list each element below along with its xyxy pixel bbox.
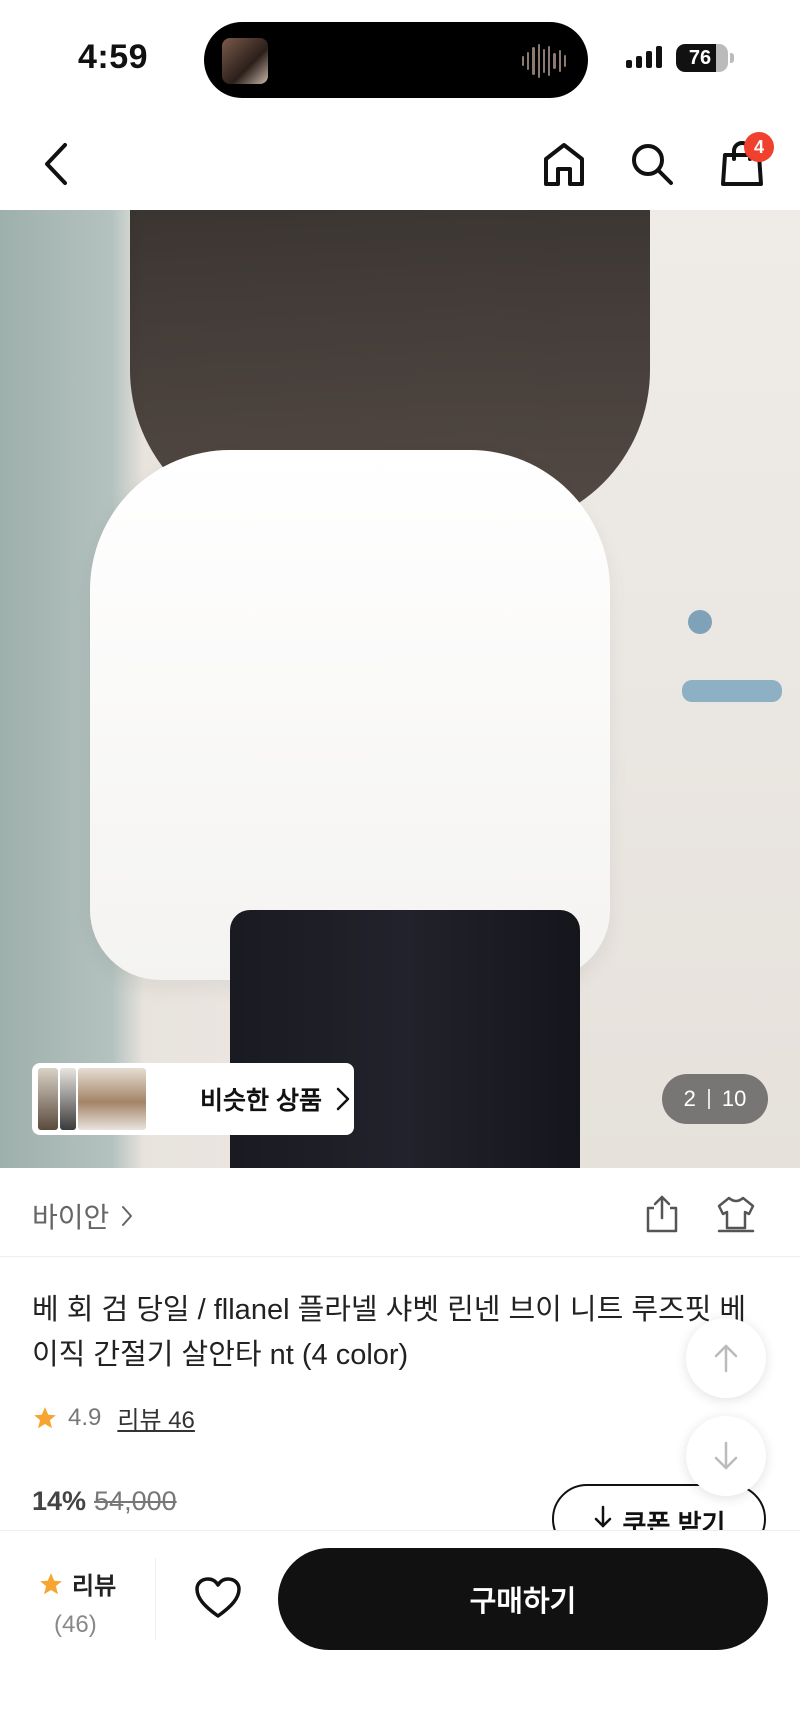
review-count-link[interactable]: 리뷰 46 [117,1400,195,1435]
home-icon [544,143,584,186]
fitting-button[interactable] [708,1186,764,1242]
door-handle [682,680,782,702]
chevron-right-icon [336,1087,350,1111]
audio-waveform-icon [522,42,566,80]
scroll-to-top-button[interactable] [686,1318,766,1398]
buy-now-button[interactable]: 구매하기 [278,1548,768,1650]
heart-icon [195,1577,241,1618]
product-title: 베 회 검 당일 / fllanel 플라넬 샤벳 린넨 브이 니트 루즈핏 베… [32,1294,747,1371]
battery-cap [730,53,734,63]
arrow-up-icon [714,1344,738,1373]
door-knob [688,610,712,634]
similar-products-label: 비슷한 상품 [200,1087,322,1115]
share-button[interactable] [634,1186,690,1242]
status-time: 4:59 [78,38,149,76]
image-page-counter: 2 10 [662,1074,768,1124]
rating-value: 4.9 [68,1403,102,1431]
back-button[interactable] [28,136,84,192]
cart-count-badge: 4 [744,132,774,162]
chevron-right-icon [122,1206,133,1226]
similar-thumb [60,1068,76,1130]
similar-thumb [78,1068,146,1130]
similar-product-thumbnails [38,1068,174,1130]
download-arrow-icon [594,1505,611,1528]
search-icon [632,144,673,185]
price-row: 14% 54,000 [32,1486,177,1517]
brand-link[interactable]: 바이안 [32,1196,133,1236]
star-icon [40,1572,62,1594]
discount-rate: 14% [32,1486,87,1516]
battery-level: 76 [688,47,712,69]
section-divider [0,1256,800,1257]
battery-icon: 76 [676,44,728,72]
similar-thumb [38,1068,58,1130]
star-icon [34,1406,56,1428]
scroll-to-bottom-button[interactable] [686,1416,766,1496]
current-image-index: 2 [683,1086,696,1111]
cellular-signal-icon [626,46,662,68]
share-icon [646,1195,678,1233]
bottom-review-label: 리뷰 [72,1573,117,1600]
bottom-review-button[interactable]: 리뷰 (46) [38,1566,148,1639]
search-button[interactable] [624,136,680,192]
rating-summary: 4.9 리뷰 46 [32,1400,195,1435]
now-playing-artwork [222,38,268,84]
total-images: 10 [721,1086,747,1111]
dynamic-island [204,22,588,98]
product-sweater [90,450,610,980]
arrow-down-icon [714,1441,738,1470]
home-button[interactable] [536,136,592,192]
chevron-left-icon [45,143,67,185]
brand-name: 바이안 [32,1202,110,1233]
original-price: 54,000 [94,1486,177,1516]
wishlist-button[interactable] [186,1566,250,1630]
similar-products-button[interactable]: 비슷한 상품 [32,1063,354,1135]
bottom-review-count: (46) [54,1611,97,1638]
clothing-fit-icon [717,1196,755,1233]
counter-divider [707,1089,710,1109]
bottom-bar-divider [155,1558,156,1640]
product-image-gallery[interactable] [0,210,800,1168]
